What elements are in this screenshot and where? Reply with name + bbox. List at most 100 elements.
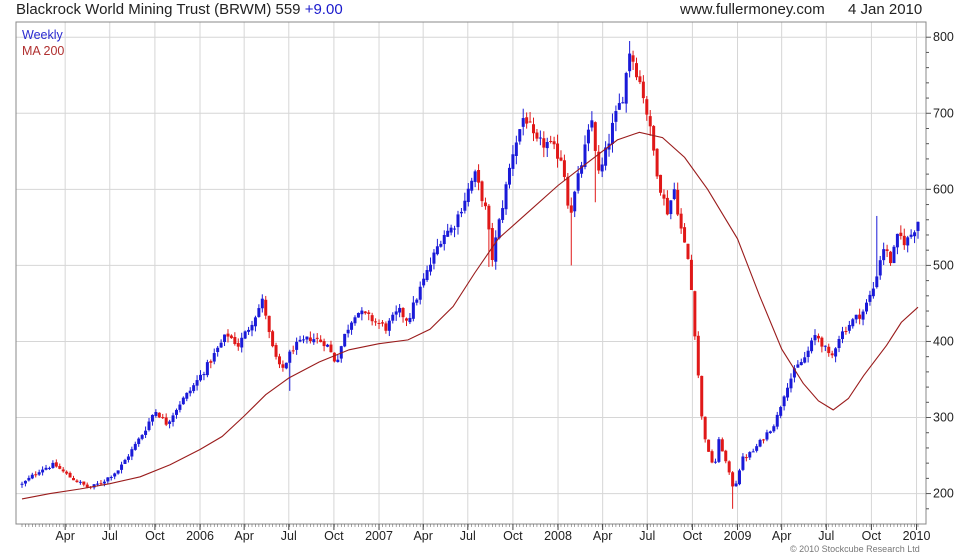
candlestick-chart: 200 300 400 500 600 700 800 Apr Jul Oct 2006 Apr Jul… <box>15 21 954 543</box>
candle-body <box>909 234 913 237</box>
candle-body <box>549 140 553 142</box>
candle-body <box>865 302 869 312</box>
candle-body <box>851 319 855 327</box>
x-tick-label: Jul <box>102 529 118 543</box>
candle-body <box>552 141 556 145</box>
candle-body <box>535 132 539 139</box>
candle-body <box>439 243 443 247</box>
candle-body <box>240 337 244 348</box>
candle-body <box>466 188 470 203</box>
candle-body <box>243 331 247 339</box>
candle-body <box>157 412 161 418</box>
candle-body <box>758 439 762 447</box>
candle-body <box>707 439 711 452</box>
candle-body <box>367 312 371 314</box>
candle-body <box>281 364 285 368</box>
candle-body <box>174 409 178 415</box>
candle-body <box>816 335 820 339</box>
candle-body <box>418 286 422 300</box>
candle-body <box>130 449 134 457</box>
candle-body <box>514 142 518 156</box>
candle-body <box>559 157 563 161</box>
candle-body <box>154 412 158 416</box>
candle-body <box>319 339 323 343</box>
candle-body <box>806 350 810 358</box>
x-tick-label: 2009 <box>724 529 752 543</box>
candle-body <box>71 478 75 481</box>
candle-body <box>68 472 72 478</box>
candle-body <box>799 362 803 366</box>
candle-body <box>415 299 419 303</box>
candle-body <box>164 417 168 425</box>
candle-body <box>284 362 288 369</box>
candle-body <box>78 481 82 483</box>
candle-body <box>185 392 189 399</box>
candle-body <box>27 477 31 481</box>
candle-body <box>322 341 326 347</box>
candle-body <box>192 385 196 392</box>
candle-body <box>727 461 731 473</box>
candle-body <box>188 390 192 394</box>
copyright-notice: © 2010 Stockcube Research Ltd <box>790 544 920 554</box>
candle-body <box>30 474 34 479</box>
candle-body <box>401 308 405 318</box>
candle-body <box>669 200 673 215</box>
candle-body <box>614 111 618 122</box>
candle-body <box>889 251 893 264</box>
candle-body <box>453 228 457 230</box>
candle-body <box>518 129 522 142</box>
candle-body <box>209 361 213 363</box>
candle-body <box>181 397 185 405</box>
candle-body <box>497 219 501 239</box>
candle-body <box>717 439 721 462</box>
candle-body <box>501 208 505 220</box>
candle-body <box>737 470 741 485</box>
candle-body <box>834 348 838 357</box>
candle-body <box>326 344 330 347</box>
candle-body <box>360 310 364 315</box>
y-tick-label: 300 <box>933 411 954 425</box>
candle-body <box>882 249 886 261</box>
candle-body <box>23 480 27 484</box>
candle-body <box>895 233 899 248</box>
candle-body <box>892 246 896 264</box>
candle-body <box>205 362 209 376</box>
candle-body <box>538 137 542 139</box>
candle-body <box>645 99 649 115</box>
candle-body <box>861 311 865 320</box>
candle-body <box>648 116 652 127</box>
candle-body <box>724 450 728 462</box>
candle-body <box>569 205 573 213</box>
candle-body <box>810 340 814 352</box>
candle-body <box>854 314 858 320</box>
candle-body <box>137 438 141 445</box>
candle-body <box>106 477 110 482</box>
candle-body <box>775 414 779 427</box>
candle-body <box>700 375 704 417</box>
candle-body <box>432 252 436 264</box>
candle-body <box>528 121 532 123</box>
candle-body <box>703 416 707 440</box>
candle-body <box>913 232 917 237</box>
candle-body <box>226 333 230 337</box>
candle-body <box>54 462 58 467</box>
candle-body <box>99 483 103 485</box>
candle-body <box>257 308 261 317</box>
candle-body <box>871 288 875 297</box>
candle-body <box>394 311 398 315</box>
candle-body <box>487 205 491 230</box>
candle-body <box>291 350 295 352</box>
candle-body <box>61 469 65 472</box>
x-tick-label: Apr <box>772 529 791 543</box>
candle-body <box>617 103 621 110</box>
candle-body <box>521 118 525 127</box>
candle-body <box>813 335 817 341</box>
candle-body <box>751 451 755 453</box>
candle-body <box>672 189 676 199</box>
candle-body <box>82 481 86 485</box>
candle-body <box>885 249 889 252</box>
candle-body <box>823 345 827 347</box>
candle-body <box>380 322 384 324</box>
x-tick-label: Apr <box>593 529 612 543</box>
candle-body <box>302 339 306 341</box>
